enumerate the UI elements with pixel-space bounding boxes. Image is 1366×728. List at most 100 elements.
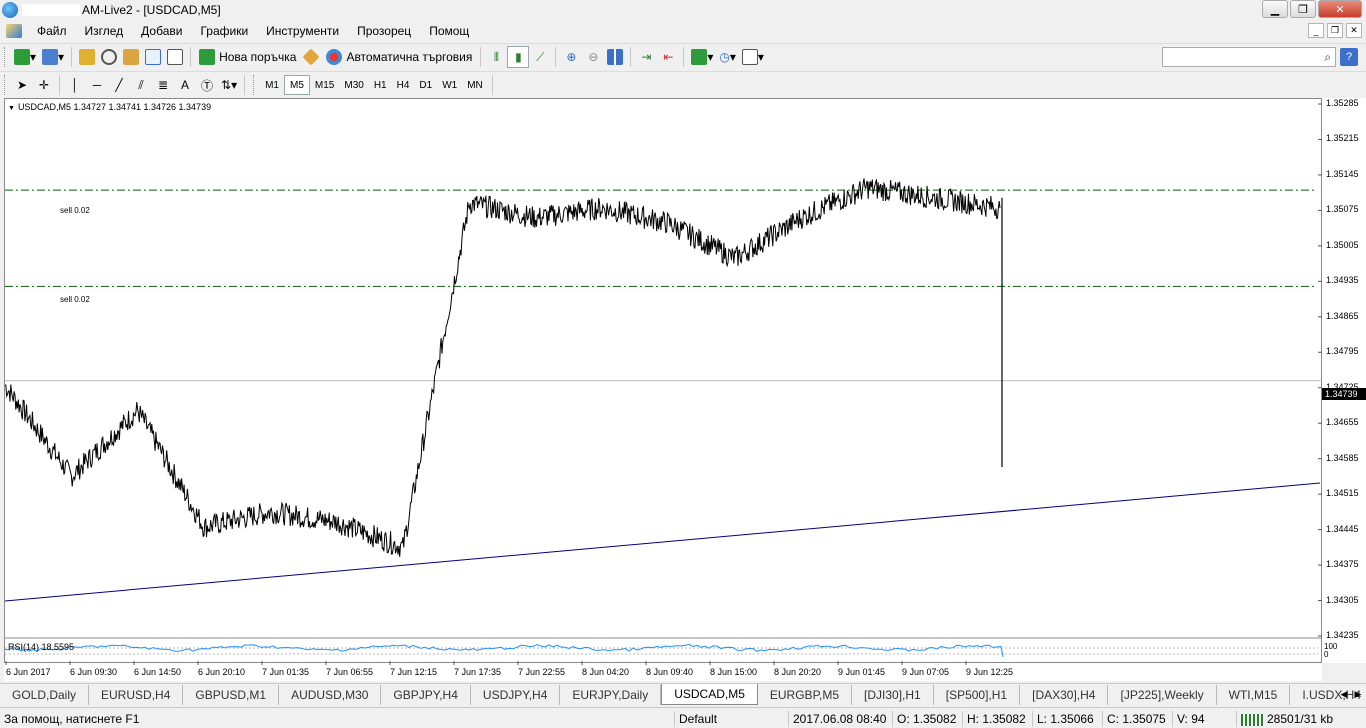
chart-tab[interactable]: WTI,M15 (1217, 685, 1291, 705)
text-label-tool[interactable]: Ⓣ (196, 74, 218, 96)
price-tick-label: 1.35075 (1326, 204, 1359, 215)
time-tick-label: 9 Jun 12:25 (966, 667, 1014, 677)
app-icon[interactable] (2, 2, 18, 18)
chart-tab[interactable]: EURJPY,Daily (560, 685, 662, 705)
new-order-button[interactable]: Нова поръчка (195, 46, 300, 68)
arrows-tool[interactable]: ⇅ ▾ (218, 74, 240, 96)
equidistant-channel-tool[interactable]: ⫽ (130, 74, 152, 96)
rsi-label: RSI(14) 18.5595 (8, 642, 75, 652)
account-number-redacted (22, 4, 80, 16)
chart-tab[interactable]: GBPJPY,H4 (381, 685, 471, 705)
menu-insert[interactable]: Добави (132, 21, 191, 41)
timeframe-h4[interactable]: H4 (392, 75, 415, 95)
navigator-icon (123, 49, 140, 65)
navigator-button[interactable] (120, 46, 142, 68)
chart-tab[interactable]: [DJI30],H1 (852, 685, 934, 705)
templates-icon (741, 49, 758, 65)
timeframe-m1[interactable]: M1 (260, 75, 284, 95)
chart-tab[interactable]: USDJPY,H4 (471, 685, 561, 705)
timeframe-w1[interactable]: W1 (437, 75, 462, 95)
tab-scroll-left-icon[interactable]: ◀ (1338, 687, 1350, 701)
terminal-button[interactable] (142, 46, 164, 68)
timeframe-d1[interactable]: D1 (414, 75, 437, 95)
chart-tab[interactable]: [JP225],Weekly (1108, 685, 1217, 705)
order-label-1[interactable]: sell 0.02 (60, 206, 90, 215)
chart-window-icon[interactable] (6, 24, 22, 38)
new-chart-button[interactable]: ▾ (11, 46, 39, 68)
zoom-in-button[interactable]: ⊕ (560, 46, 582, 68)
line-chart-button[interactable]: ⟋ (529, 46, 551, 68)
chart-header-text: USDCAD,M5 1.34727 1.34741 1.34726 1.3473… (17, 102, 212, 112)
profiles-button[interactable]: ▾ (39, 46, 67, 68)
minimize-button[interactable]: ▁ (1262, 0, 1288, 18)
text-tool[interactable]: A (174, 74, 196, 96)
crosshair-tool-icon: ✛ (38, 78, 50, 92)
templates-button[interactable]: ▾ (739, 46, 767, 68)
chart-tab[interactable]: EURGBP,M5 (758, 685, 853, 705)
zoom-out-icon: ⊖ (588, 50, 599, 64)
help-icon[interactable]: ? (1340, 48, 1358, 66)
metaeditor-button[interactable] (300, 46, 322, 68)
toolbar-grip[interactable] (253, 75, 256, 95)
price-tick-label: 1.34235 (1326, 630, 1359, 640)
crosshair-tool[interactable]: ✛ (33, 74, 55, 96)
chart-minimize-button[interactable]: _ (1308, 23, 1324, 38)
trendline-tool[interactable]: ╱ (108, 74, 130, 96)
time-tick-label: 6 Jun 09:30 (70, 667, 118, 677)
toolbar-grip[interactable] (4, 75, 7, 95)
price-tick-label: 1.34795 (1326, 346, 1359, 357)
candlestick-icon: ▮ (515, 50, 522, 64)
close-button[interactable]: ✕ (1318, 0, 1362, 18)
chart-tab[interactable]: AUDUSD,M30 (279, 685, 382, 705)
tab-scroll-right-icon[interactable]: ▶ (1352, 687, 1364, 701)
zoom-out-button[interactable]: ⊖ (582, 46, 604, 68)
fibonacci-tool[interactable]: ≣ (152, 74, 174, 96)
timeframe-m5[interactable]: M5 (284, 75, 310, 95)
periods-button[interactable]: ◷ ▾ (716, 46, 739, 68)
status-open: O: 1.35082 (892, 711, 956, 727)
time-tick-label: 6 Jun 20:10 (198, 667, 246, 677)
menu-help[interactable]: Помощ (420, 21, 478, 41)
timeframe-m30[interactable]: M30 (339, 75, 368, 95)
auto-scroll-button[interactable]: ⇥ (635, 46, 657, 68)
text-icon: A (180, 78, 189, 92)
chart-tab[interactable]: USDCAD,M5 (661, 684, 758, 705)
timeframe-m15[interactable]: M15 (310, 75, 339, 95)
chart-close-button[interactable]: ✕ (1346, 23, 1362, 38)
maximize-button[interactable]: ❐ (1290, 0, 1316, 18)
order-label-2[interactable]: sell 0.02 (60, 295, 90, 304)
tile-windows-button[interactable] (604, 46, 626, 68)
auto-trading-icon (326, 49, 343, 65)
timeframe-h1[interactable]: H1 (369, 75, 392, 95)
chart-area[interactable] (4, 98, 1322, 663)
menu-charts[interactable]: Графики (191, 21, 257, 41)
chart-tab[interactable]: GOLD,Daily (0, 685, 90, 705)
vertical-line-tool[interactable]: │ (64, 74, 86, 96)
chart-tab[interactable]: [SP500],H1 (934, 685, 1021, 705)
chart-tab[interactable]: GBPUSD,M1 (183, 685, 280, 705)
chart-tab[interactable]: [DAX30],H4 (1020, 685, 1109, 705)
market-watch-button[interactable] (76, 46, 98, 68)
candlestick-button[interactable]: ▮ (507, 46, 530, 68)
market-watch-icon (79, 49, 96, 65)
toolbar-grip[interactable] (4, 47, 7, 67)
cursor-tool[interactable]: ➤ (11, 74, 33, 96)
collapse-triangle-icon[interactable]: ▼ (8, 105, 15, 112)
price-axis[interactable] (1322, 98, 1366, 663)
menu-tools[interactable]: Инструменти (257, 21, 348, 41)
chart-shift-button[interactable]: ⇤ (657, 46, 679, 68)
horizontal-line-tool[interactable]: ─ (86, 74, 108, 96)
menu-file[interactable]: Файл (28, 21, 76, 41)
search-input[interactable]: ⌕ (1162, 47, 1336, 67)
search-icon[interactable]: ⌕ (1324, 50, 1331, 65)
menu-window[interactable]: Прозорец (348, 21, 420, 41)
chart-restore-button[interactable]: ❐ (1327, 23, 1343, 38)
bar-chart-button[interactable]: ⫴ (485, 46, 507, 68)
auto-trading-button[interactable]: Автоматична търговия (322, 46, 476, 68)
data-window-button[interactable] (98, 46, 120, 68)
chart-tab[interactable]: EURUSD,H4 (89, 685, 184, 705)
indicators-button[interactable]: ▾ (688, 46, 716, 68)
strategy-tester-button[interactable] (164, 46, 186, 68)
timeframe-mn[interactable]: MN (462, 75, 488, 95)
menu-view[interactable]: Изглед (76, 21, 133, 41)
